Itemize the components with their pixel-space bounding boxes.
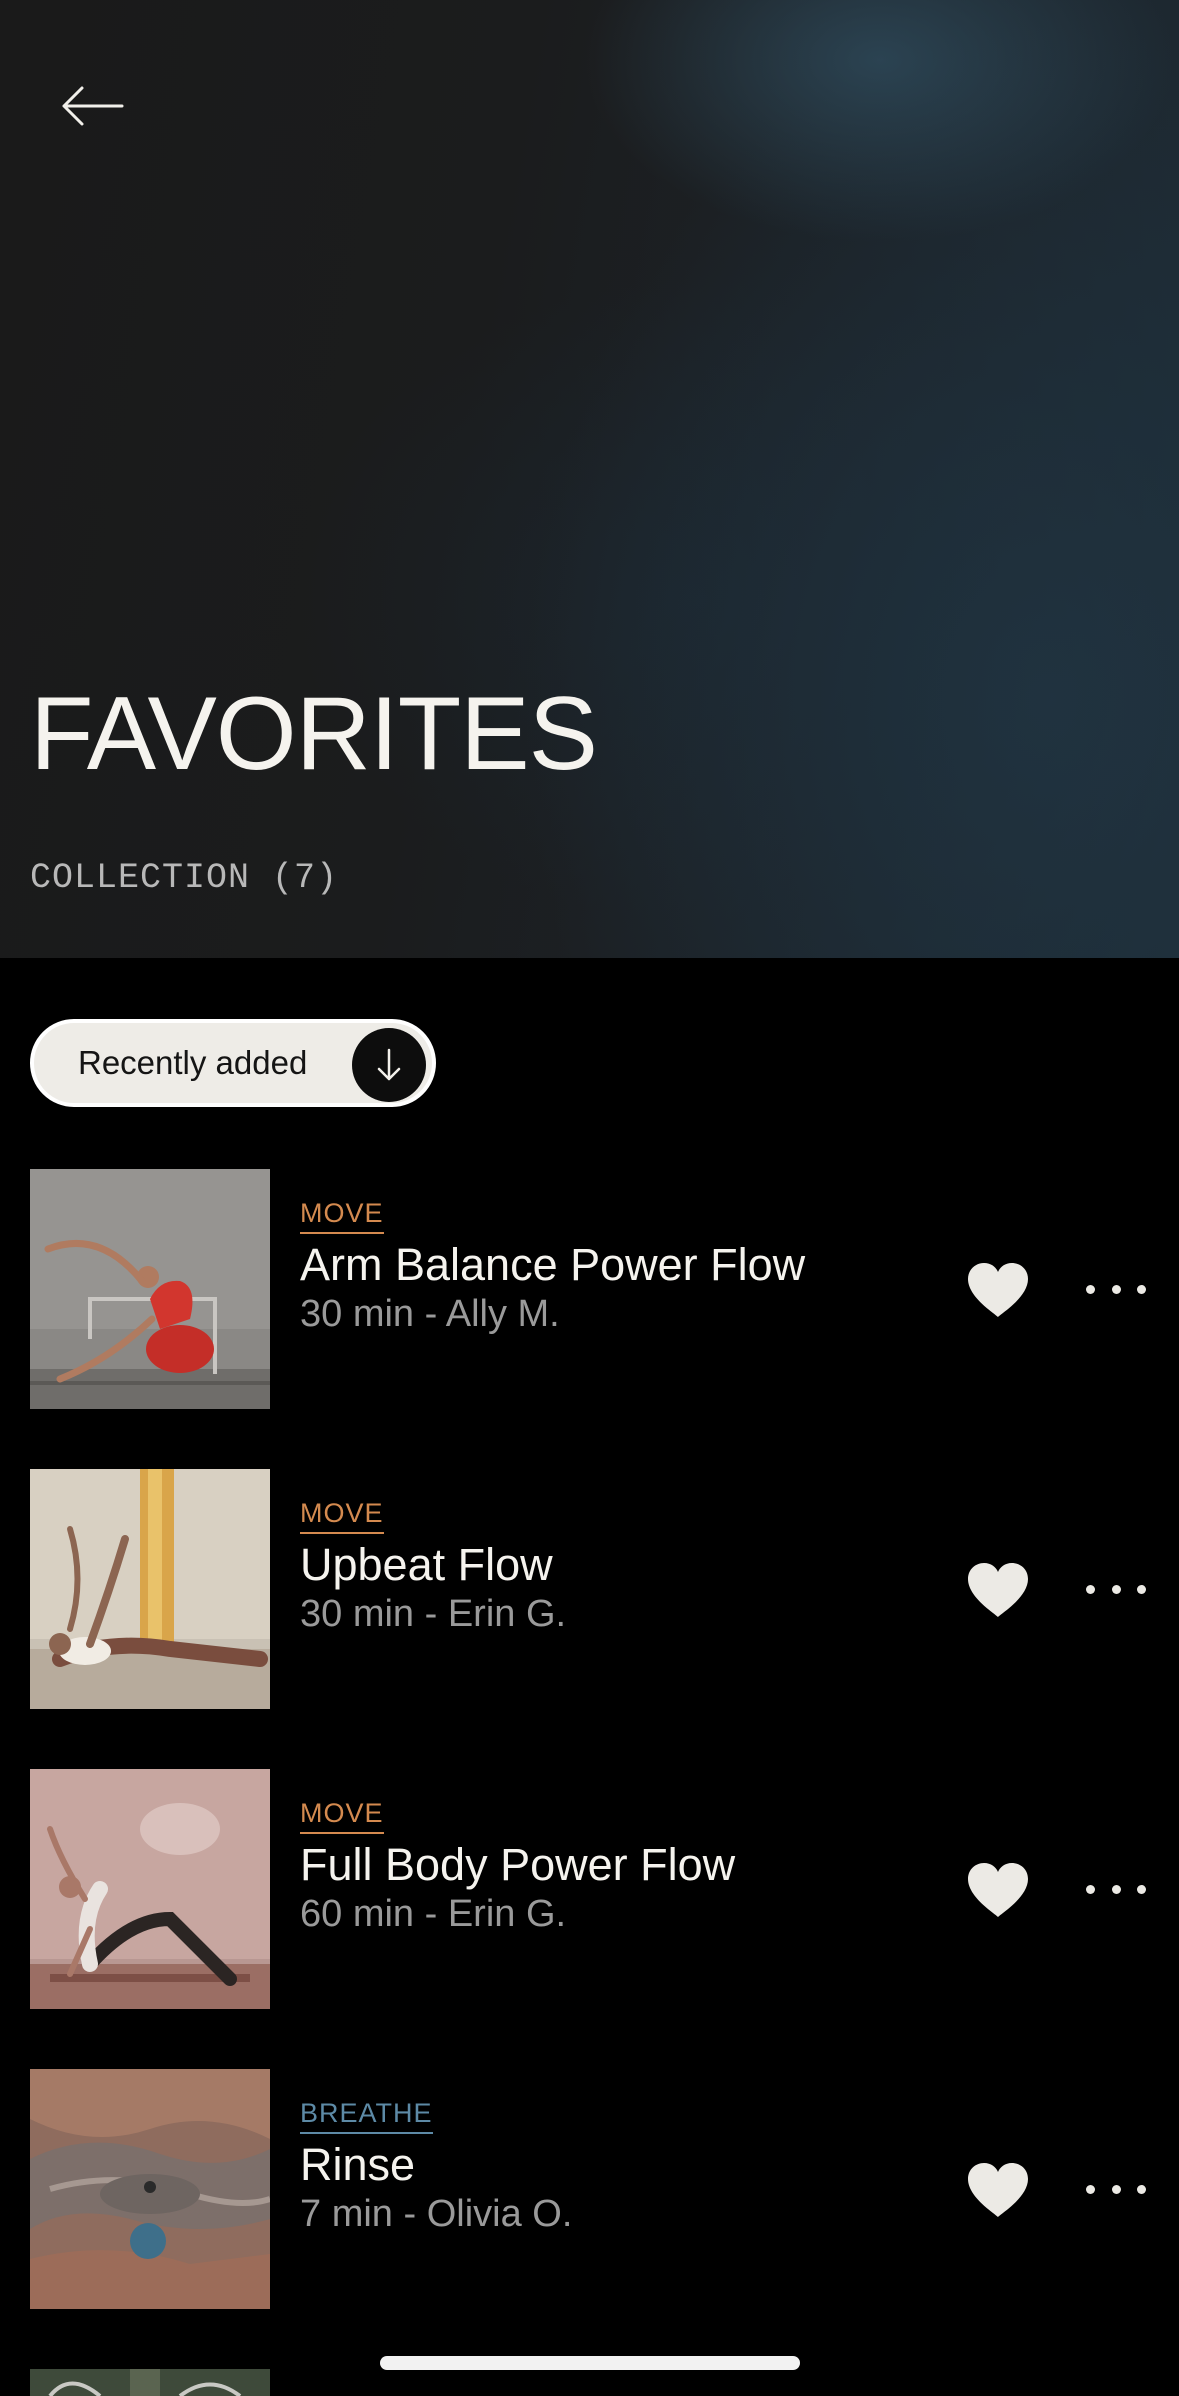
thumbnail-image	[30, 1469, 270, 1709]
item-meta: 60 min - Erin G.	[300, 1893, 567, 1935]
heart-icon[interactable]	[966, 1261, 1030, 1319]
list-item[interactable]: MOVE Arm Balance Power Flow 30 min - All…	[0, 1169, 1179, 1409]
more-options-button[interactable]	[1086, 1869, 1146, 1909]
category-tag: BREATHE	[300, 2098, 433, 2134]
thumbnail-image	[30, 2069, 270, 2309]
sort-direction-toggle[interactable]	[352, 1028, 426, 1102]
more-horizontal-icon	[1086, 1584, 1095, 1594]
more-options-button[interactable]	[1086, 2169, 1146, 2209]
item-title: Upbeat Flow	[300, 1539, 553, 1590]
arrow-down-icon	[377, 1048, 401, 1081]
thumbnail-image	[30, 1769, 270, 2009]
sort-button[interactable]: Recently added	[30, 1019, 436, 1107]
item-title: Full Body Power Flow	[300, 1839, 736, 1890]
item-meta: 30 min - Erin G.	[300, 1593, 567, 1635]
sort-label: Recently added	[78, 1044, 308, 1081]
more-horizontal-icon	[1086, 2184, 1095, 2194]
category-tag: MOVE	[300, 1498, 384, 1534]
thumbnail-image	[30, 2369, 270, 2396]
more-options-button[interactable]	[1086, 1269, 1146, 1309]
page-title: FAVORITES	[30, 676, 598, 792]
more-horizontal-icon	[1086, 1884, 1095, 1894]
item-meta: 30 min - Ally M.	[300, 1293, 560, 1335]
back-button[interactable]	[52, 76, 132, 136]
heart-icon[interactable]	[966, 1561, 1030, 1619]
item-meta: 7 min - Olivia O.	[300, 2193, 573, 2235]
item-title: Arm Balance Power Flow	[300, 1239, 806, 1290]
list-item[interactable]	[0, 2369, 1179, 2396]
list-item[interactable]: MOVE Full Body Power Flow 60 min - Erin …	[0, 1769, 1179, 2009]
thumbnail-image	[30, 1169, 270, 1409]
list-item[interactable]: MOVE Upbeat Flow 30 min - Erin G.	[0, 1469, 1179, 1709]
collection-count: COLLECTION (7)	[30, 858, 339, 898]
category-tag: MOVE	[300, 1798, 384, 1834]
heart-icon[interactable]	[966, 2161, 1030, 2219]
item-title: Rinse	[300, 2139, 416, 2190]
more-options-button[interactable]	[1086, 1569, 1146, 1609]
header-hero: FAVORITES COLLECTION (7)	[0, 0, 1179, 958]
list-item[interactable]: BREATHE Rinse 7 min - Olivia O.	[0, 2069, 1179, 2309]
more-horizontal-icon	[1086, 1284, 1095, 1294]
heart-icon[interactable]	[966, 1861, 1030, 1919]
home-indicator[interactable]	[380, 2356, 800, 2370]
arrow-left-icon	[62, 86, 124, 126]
category-tag: MOVE	[300, 1198, 384, 1234]
